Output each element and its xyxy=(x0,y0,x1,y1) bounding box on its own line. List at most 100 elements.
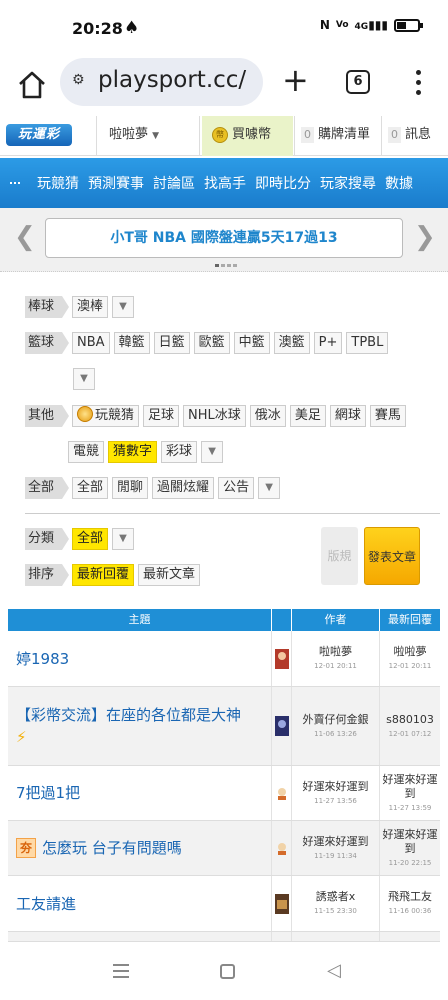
filter-chip[interactable]: 足球 xyxy=(143,405,180,427)
filter-row-baseball: 棒球 澳棒 ▼ xyxy=(25,296,135,318)
chevron-down-icon[interactable]: ▼ xyxy=(258,477,281,499)
chevron-down-icon[interactable]: ▼ xyxy=(112,528,135,550)
url-text: playsport.cc/ xyxy=(98,67,247,93)
filter-chip[interactable]: 日籃 xyxy=(153,332,190,354)
filter-chip[interactable]: 歐籃 xyxy=(193,332,230,354)
site-logo[interactable]: 玩運彩 xyxy=(6,124,72,146)
cart-link[interactable]: 0 購牌清單 xyxy=(294,116,380,156)
chevron-down-icon: ▼ xyxy=(152,131,160,141)
user-menu[interactable]: 啦啦夢 ▼ xyxy=(96,116,200,156)
new-tab-icon[interactable]: + xyxy=(282,62,309,98)
table-header: 主題 作者 最新回覆 xyxy=(8,609,440,631)
nav-item[interactable]: 數據 xyxy=(385,173,413,193)
more-menu-icon[interactable] xyxy=(410,68,426,96)
buy-coin-button[interactable]: 幣 買噱幣 xyxy=(202,116,293,156)
nav-item[interactable]: 即時比分 xyxy=(255,173,311,193)
filter-chip[interactable]: 中籃 xyxy=(233,332,270,354)
latest-reply-cell[interactable]: s880103 12-01 07:12 xyxy=(380,687,440,765)
filter-chip[interactable]: 俄冰 xyxy=(249,405,286,427)
author-cell[interactable]: 誘惑者x 11-15 23:30 xyxy=(292,876,380,931)
filter-chip[interactable]: 澳棒 xyxy=(72,296,109,318)
topic-title[interactable]: 夯怎麼玩 台子有問題嗎 xyxy=(8,821,272,875)
topic-title[interactable]: 工友請進 xyxy=(8,876,272,931)
filter-label: 籃球 xyxy=(25,332,70,354)
back-icon[interactable]: ◁ xyxy=(327,960,341,981)
table-row[interactable]: 【彩幣交流】在座的各位都是大神 ⚡ 外賣仔何金銀 11-06 13:26 s8801… xyxy=(8,687,440,766)
filter-chip[interactable]: NHL冰球 xyxy=(183,405,246,427)
volte-icon: Vo xyxy=(335,20,349,30)
filter-chip[interactable]: 韓籃 xyxy=(113,332,150,354)
nav-item[interactable]: 玩家搜尋 xyxy=(320,173,376,193)
chevron-down-icon[interactable]: ▼ xyxy=(73,368,95,390)
filter-chip[interactable]: 美足 xyxy=(289,405,326,427)
filter-row-other: 其他 玩競猜 足球 NHL冰球 俄冰 美足 網球 賽馬 xyxy=(25,405,406,427)
avatar[interactable] xyxy=(272,821,292,875)
filter-chip[interactable]: TPBL xyxy=(346,332,389,354)
latest-reply-cell[interactable]: 好運來好運到 11-20 22:15 xyxy=(380,821,440,875)
nav-item[interactable]: 預測賽事 xyxy=(88,173,144,193)
browser-toolbar: ⚙ playsport.cc/ + 6 xyxy=(0,58,448,116)
column-header-topic: 主題 xyxy=(8,609,272,631)
post-article-button[interactable]: 發表文章 xyxy=(364,527,420,585)
latest-reply-cell[interactable]: 啦啦夢 12-01 20:11 xyxy=(380,631,440,686)
username: 啦啦夢 xyxy=(109,127,149,142)
table-row[interactable]: 工友請進 誘惑者x 11-15 23:30 飛飛工友 11-16 00:36 xyxy=(8,876,440,932)
site-settings-icon[interactable]: ⚙ xyxy=(72,72,85,88)
filter-chip[interactable]: 閒聊 xyxy=(112,477,149,499)
table-row[interactable]: 夯怎麼玩 台子有問題嗎 好運來好運到 11-19 11:34 好運來好運到 11-2… xyxy=(8,821,440,876)
filter-chip[interactable]: NBA xyxy=(72,332,110,354)
announcement-text[interactable]: 小T哥 NBA 國際盤連贏5天17過13 xyxy=(45,218,403,258)
messages-link[interactable]: 0 訊息 xyxy=(381,116,448,156)
filter-chip[interactable]: 全部 xyxy=(72,477,109,499)
avatar[interactable] xyxy=(272,876,292,931)
filter-chip[interactable]: 賽馬 xyxy=(369,405,406,427)
chevron-down-icon[interactable]: ▼ xyxy=(112,296,135,318)
topic-table: 主題 作者 最新回覆 婷1983 啦啦夢 12-01 20:11 啦啦夢 12-01… xyxy=(8,609,440,942)
chevron-left-icon[interactable]: ❮ xyxy=(14,222,36,252)
nav-item[interactable]: 討論區 xyxy=(153,173,195,193)
chevron-down-icon[interactable]: ▼ xyxy=(201,441,224,463)
filter-chip[interactable]: P+ xyxy=(313,332,343,354)
author-cell[interactable]: 啦啦夢 12-01 20:11 xyxy=(292,631,380,686)
filter-label: 全部 xyxy=(25,477,70,499)
filter-chip-selected[interactable]: 猜數字 xyxy=(108,441,158,463)
author-cell[interactable]: 好運來好運到 11-27 13:56 xyxy=(292,766,380,820)
topic-title[interactable]: 【彩幣交流】在座的各位都是大神 ⚡ xyxy=(8,687,272,765)
address-bar[interactable]: ⚙ playsport.cc/ xyxy=(60,58,263,106)
filter-chip[interactable]: 電競 xyxy=(68,441,105,463)
latest-reply-cell[interactable]: 好運來好運到 11-27 13:59 xyxy=(380,766,440,820)
carousel-dots xyxy=(215,264,237,267)
filter-chip[interactable]: 公告 xyxy=(218,477,255,499)
sort-option[interactable]: 最新文章 xyxy=(138,564,201,586)
nav-item[interactable]: 找高手 xyxy=(204,173,246,193)
avatar[interactable] xyxy=(272,687,292,765)
sort-option-selected[interactable]: 最新回覆 xyxy=(72,564,135,586)
tab-switcher-button[interactable]: 6 xyxy=(346,70,370,94)
filter-chip[interactable]: 澳籃 xyxy=(273,332,310,354)
home-nav-icon[interactable] xyxy=(220,964,235,979)
filter-chip[interactable]: 過關炫耀 xyxy=(152,477,215,499)
topic-title[interactable]: 7把過1把 xyxy=(8,766,272,820)
author-cell[interactable]: 好運來好運到 11-19 11:34 xyxy=(292,821,380,875)
home-icon[interactable] xyxy=(14,67,50,103)
filter-chip[interactable]: 彩球 xyxy=(161,441,198,463)
filter-chip[interactable]: 網球 xyxy=(329,405,366,427)
avatar[interactable] xyxy=(272,766,292,820)
filter-chip[interactable]: 玩競猜 xyxy=(72,405,140,427)
recent-apps-icon[interactable] xyxy=(113,964,129,982)
column-header-author: 作者 xyxy=(292,609,380,631)
system-nav-bar: ◁ xyxy=(0,942,448,1000)
nfc-icon: N xyxy=(319,18,330,32)
avatar[interactable] xyxy=(272,631,292,686)
nav-item[interactable]: 玩競猜 xyxy=(37,173,79,193)
latest-reply-cell[interactable]: 飛飛工友 11-16 00:36 xyxy=(380,876,440,931)
status-bar: 20:28 ♠ N Vo 4G▮▮▮ xyxy=(0,0,448,58)
table-row[interactable]: 婷1983 啦啦夢 12-01 20:11 啦啦夢 12-01 20:11 xyxy=(8,631,440,687)
author-cell[interactable]: 外賣仔何金銀 11-06 13:26 xyxy=(292,687,380,765)
topic-title[interactable]: 婷1983 xyxy=(8,631,272,686)
rules-button[interactable]: 版規 xyxy=(321,527,358,585)
category-selected[interactable]: 全部 xyxy=(72,528,109,550)
chevron-right-icon[interactable]: ❯ xyxy=(414,222,436,252)
nav-items: 玩競猜 預測賽事 討論區 找高手 即時比分 玩家搜尋 數據 xyxy=(37,173,413,193)
table-row[interactable]: 7把過1把 好運來好運到 11-27 13:56 好運來好運到 11-27 13:5… xyxy=(8,766,440,821)
